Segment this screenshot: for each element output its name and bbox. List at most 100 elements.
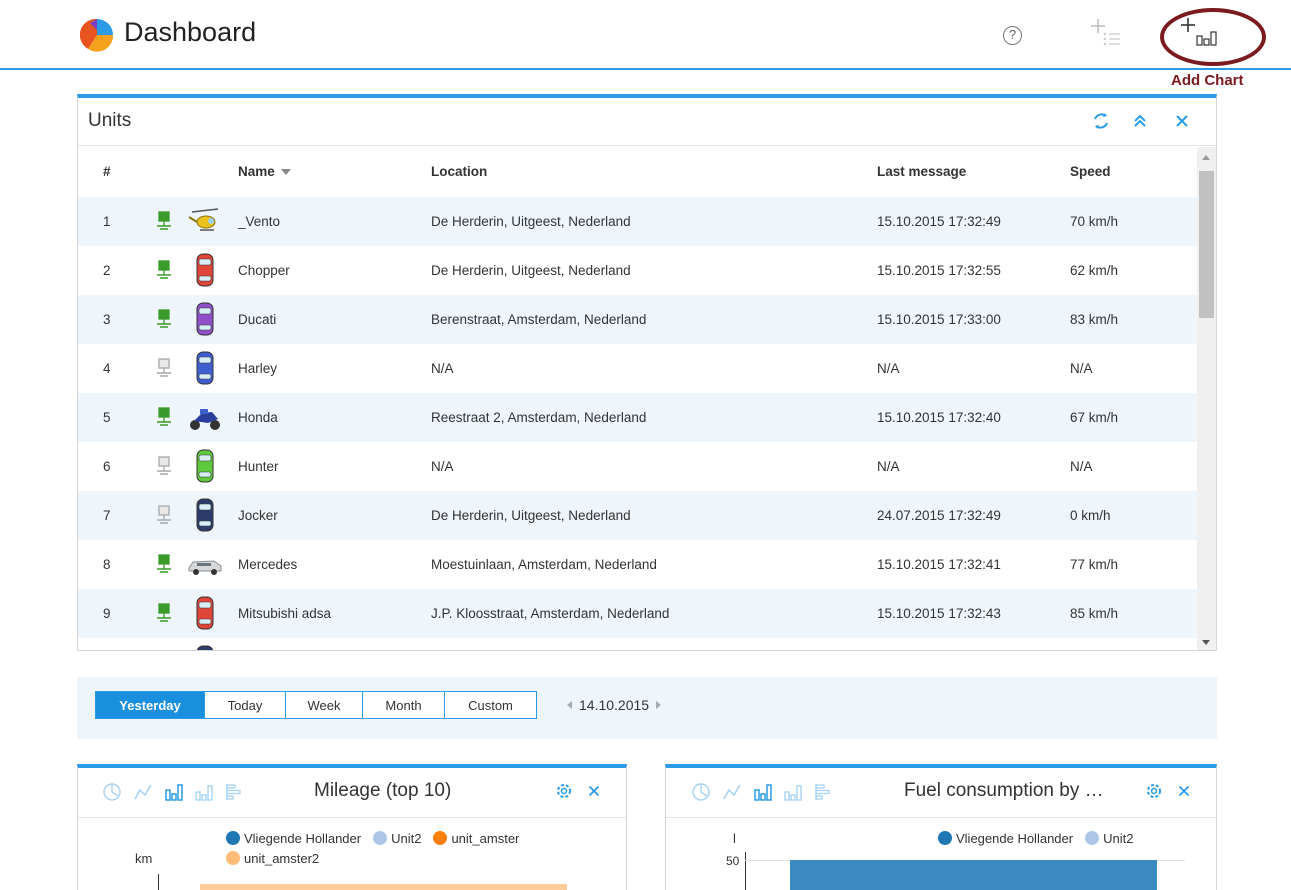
date-range-bar: Yesterday Today Week Month Custom 14.10.2015 [77,677,1217,739]
units-panel-title: Units [88,110,132,131]
line-chart-type-icon[interactable] [722,782,742,802]
pie-chart-type-icon[interactable] [691,782,711,802]
bar-chart-type-icon[interactable] [164,782,184,802]
table-row[interactable]: 1 _Vento De Herderin, Uitgeest, Nederland 1… [78,197,1197,246]
unit-name[interactable]: Hunter [238,459,279,474]
unit-location: N/A [431,459,454,474]
previous-date-arrow-icon[interactable] [567,701,572,709]
stacked-bar-chart-type-icon[interactable] [783,782,803,802]
help-icon[interactable]: ? [1003,26,1022,45]
line-chart-type-icon[interactable] [133,782,153,802]
column-header-location[interactable]: Location [431,164,487,179]
pie-chart-type-icon[interactable] [102,782,122,802]
horizontal-bar-chart-type-icon[interactable] [224,782,244,802]
mileage-bar[interactable] [200,884,567,890]
gear-icon[interactable] [1144,781,1164,801]
mileage-axis-unit: km [135,851,153,866]
fuel-bar[interactable] [790,860,1157,890]
column-header-last-message[interactable]: Last message [877,164,966,179]
range-button-month[interactable]: Month [363,691,445,719]
close-icon[interactable] [1172,111,1192,131]
connection-online-icon [156,260,172,280]
fuel-axis-unit: l [733,831,736,846]
units-panel-header: Units [78,98,1216,146]
car-red-icon [188,595,222,631]
range-button-week[interactable]: Week [286,691,363,719]
table-row[interactable]: 2 Chopper De Herderin, Uitgeest, Nederland… [78,246,1197,295]
legend-swatch [226,851,240,865]
legend-label: Vliegende Hollander [244,830,362,846]
range-button-custom[interactable]: Custom [445,691,537,719]
range-button-today[interactable]: Today [205,691,286,719]
connection-online-icon [156,407,172,427]
mileage-chart-title: Mileage (top 10) [314,780,452,801]
unit-name[interactable]: Ducati [238,312,276,327]
connection-offline-icon [156,505,172,525]
horizontal-bar-chart-type-icon[interactable] [813,782,833,802]
next-date-arrow-icon[interactable] [656,701,662,709]
table-row[interactable]: 9 Mitsubishi adsa J.P. Kloosstraat, Amster… [78,589,1197,638]
table-row[interactable]: 5 Honda Reestraat 2, Amsterdam, Nederland 1… [78,393,1197,442]
legend-item[interactable]: Unit2 [373,828,421,848]
unit-speed: 0 km/h [1070,508,1111,523]
refresh-icon[interactable] [1091,111,1111,131]
table-row[interactable]: 7 Jocker De Herderin, Uitgeest, Nederland 2… [78,491,1197,540]
current-date: 14.10.2015 [579,697,650,713]
table-row[interactable]: 3 Ducati Berenstraat, Amsterdam, Nederland… [78,295,1197,344]
table-row[interactable]: 4 Harley N/A N/A N/A [78,344,1197,393]
table-row[interactable]: 8 Mercedes Moestuinlaan, Amsterdam, Nederl… [78,540,1197,589]
unit-name[interactable]: _Vento [238,214,280,229]
legend-item[interactable]: unit_amster [433,828,519,848]
stacked-bar-chart-type-icon[interactable] [194,782,214,802]
table-header-row: # Name Location Last message Speed [78,147,1197,197]
motorcycle-icon [188,399,222,435]
unit-name[interactable]: Honda [238,410,278,425]
connection-online-icon [156,603,172,623]
add-widget-list-icon[interactable] [1088,16,1128,50]
mileage-chart-header: Mileage (top 10) [78,768,626,818]
legend-item[interactable]: Unit2 [1085,828,1133,848]
legend-swatch [1085,831,1100,845]
scroll-down-arrow-icon[interactable] [1202,640,1210,645]
column-header-speed[interactable]: Speed [1070,164,1111,179]
unit-last-message: 24.07.2015 17:32:49 [877,508,1001,523]
unit-name[interactable]: Mercedes [238,557,297,572]
unit-location: De Herderin, Uitgeest, Nederland [431,214,631,229]
fuel-y-axis [745,852,746,890]
legend-label: unit_amster [451,830,520,846]
table-row-partial[interactable] [78,638,1197,650]
connection-offline-icon [156,358,172,378]
fuel-y-tick-label: 50 [726,854,740,868]
range-button-yesterday[interactable]: Yesterday [95,691,205,719]
unit-name[interactable]: Harley [238,361,277,376]
close-icon[interactable] [585,781,603,801]
units-panel: Units # Name Location Last message Speed… [77,94,1217,651]
connection-online-icon [156,211,172,231]
bar-chart-type-icon[interactable] [753,782,773,802]
mileage-chart-panel: Mileage (top 10) Vliegende Hollander Unit… [77,764,627,890]
legend-label: unit_amster2 [244,850,320,866]
scroll-thumb[interactable] [1199,171,1214,318]
legend-item[interactable]: Vliegende Hollander [226,828,361,848]
add-chart-caption: Add Chart [1171,72,1244,89]
close-icon[interactable] [1175,781,1193,801]
gear-icon[interactable] [554,781,574,801]
units-scrollbar[interactable] [1197,147,1216,650]
scroll-up-arrow-icon[interactable] [1202,155,1210,160]
connection-online-icon [156,554,172,574]
unit-name[interactable]: Chopper [238,263,290,278]
unit-name[interactable]: Mitsubishi adsa [238,606,331,621]
collapse-icon[interactable] [1130,111,1150,131]
unit-location: De Herderin, Uitgeest, Nederland [431,508,631,523]
unit-last-message: 15.10.2015 17:32:49 [877,214,1001,229]
fuel-chart-legend: Vliegende Hollander Unit2 [938,828,1216,848]
legend-item[interactable]: Vliegende Hollander [938,828,1073,848]
table-row[interactable]: 6 Hunter N/A N/A N/A [78,442,1197,491]
car-red-icon [188,252,222,288]
column-header-name[interactable]: Name [238,164,291,179]
unit-location: J.P. Kloosstraat, Amsterdam, Nederland [431,606,670,621]
unit-name[interactable]: Jocker [238,508,278,523]
date-navigator: 14.10.2015 [567,697,662,713]
row-number: 2 [103,263,111,278]
legend-item[interactable]: unit_amster2 [226,848,319,868]
